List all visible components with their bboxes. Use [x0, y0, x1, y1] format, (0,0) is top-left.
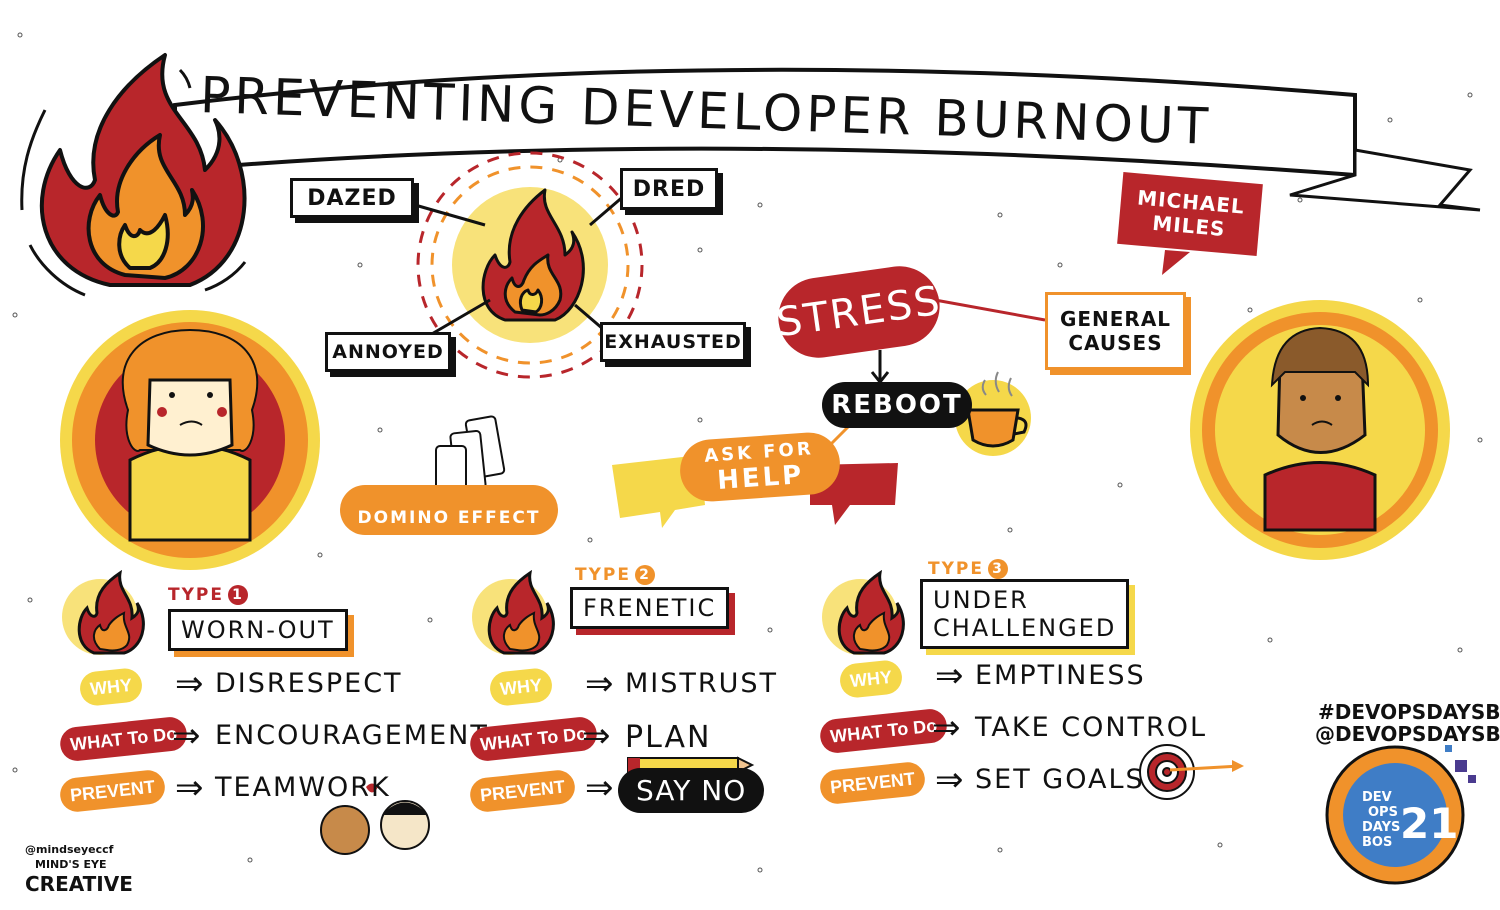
type-name-box: UNDER CHALLENGED: [920, 579, 1130, 649]
speaker-bubble: MICHAEL MILES: [1117, 172, 1263, 256]
credit-name: MIND'S EYE: [35, 858, 107, 871]
credit-sub: CREATIVE: [25, 872, 133, 896]
row-value-why: EMPTINESS: [975, 660, 1146, 691]
feeling-exhausted: EXHAUSTED: [600, 322, 746, 362]
type-name-box: FRENETIC: [570, 587, 730, 629]
handle-line: @DEVOPSDAYSBOS: [1315, 722, 1500, 746]
arrow-icon: ⇒: [935, 656, 964, 696]
row-value-why: MISTRUST: [625, 668, 779, 699]
sketchnote-canvas: PREVENTING DEVELOPER BURNOUT DAZED DRED …: [0, 0, 1500, 910]
type-label: TYPE 3: [928, 559, 1008, 579]
type-word: TYPE: [575, 565, 631, 585]
general-causes-box: GENERAL CAUSES: [1045, 292, 1186, 370]
type-fire-icon: [62, 569, 145, 655]
type-name-text: WORN-OUT: [181, 616, 335, 644]
type-fire-icon: [822, 569, 905, 655]
reboot-bubble: REBOOT: [822, 382, 972, 428]
arrow-icon: ⇒: [585, 664, 614, 704]
type-name-text: CHALLENGED: [933, 614, 1117, 642]
row-value-why: DISRESPECT: [215, 668, 403, 699]
type-number-badge: 3: [987, 559, 1008, 579]
ask-for-help-bubble: ASK FOR HELP: [678, 430, 842, 504]
speaker-name: MICHAEL MILES: [1136, 185, 1246, 242]
type-name-text: UNDER: [933, 586, 1029, 614]
row-value-prevent: TEAMWORK: [215, 772, 391, 803]
feeling-dred: DRED: [620, 168, 718, 210]
type-word: TYPE: [168, 585, 224, 605]
arrow-icon: ⇒: [935, 760, 964, 800]
type-name-box: WORN-OUT: [168, 609, 348, 651]
logo-dev: DEV: [1362, 790, 1392, 805]
row-value-prevent: SAY NO: [618, 768, 765, 813]
arrow-icon: ⇒: [172, 716, 201, 756]
logo-ops: OPS: [1368, 805, 1398, 820]
type-number-badge: 1: [227, 585, 248, 605]
row-value-what-to-do: TAKE CONTROL: [975, 712, 1208, 743]
row-value-what-to-do: PLAN: [625, 720, 712, 755]
arrow-icon: ⇒: [582, 716, 611, 756]
type-label: TYPE 1: [168, 585, 248, 605]
arrow-icon: ⇒: [175, 664, 204, 704]
type-fire-icon: [472, 569, 555, 655]
devopsdays-logo: DEV OPS DAYS BOS 21: [1350, 785, 1458, 855]
type-name-text: FRENETIC: [583, 594, 717, 622]
credit-handle: @mindseyeccf: [25, 843, 114, 856]
logo-days: DAYS: [1362, 820, 1401, 835]
type-number-badge: 2: [634, 565, 655, 585]
logo-year: 21: [1400, 799, 1459, 848]
feeling-annoyed: ANNOYED: [325, 332, 451, 372]
arrow-icon: ⇒: [175, 768, 204, 808]
row-value-what-to-do: ENCOURAGEMENT: [215, 720, 489, 751]
domino-effect-bubble: DOMINO EFFECT: [340, 485, 558, 535]
type-word: TYPE: [928, 559, 984, 579]
row-value-prevent: SET GOALS: [975, 764, 1145, 795]
feeling-dazed: DAZED: [290, 178, 414, 218]
logo-bos: BOS: [1362, 835, 1393, 850]
hashtag-line: #DEVOPSDAYSBOS: [1318, 700, 1500, 724]
arrow-icon: ⇒: [932, 708, 961, 748]
type-label: TYPE 2: [575, 565, 655, 585]
arrow-icon: ⇒: [585, 768, 614, 808]
